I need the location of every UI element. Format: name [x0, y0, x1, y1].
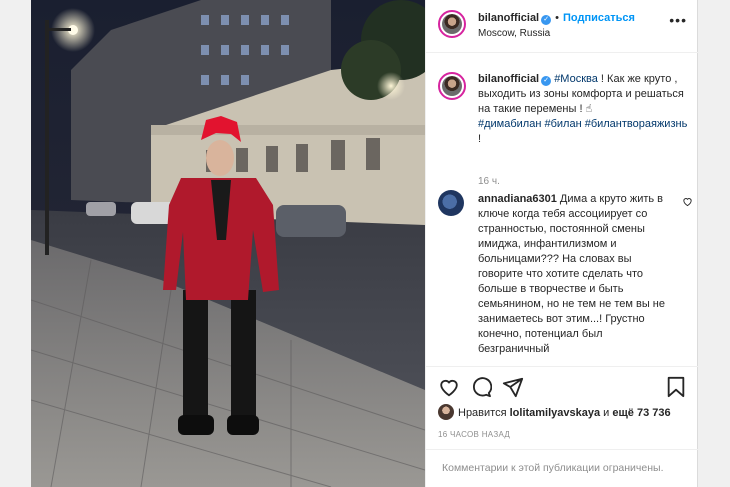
post-timestamp[interactable]: 16 ЧАСОВ НАЗАД: [438, 430, 510, 439]
likes-prefix: Нравится: [458, 407, 510, 419]
caption-username[interactable]: bilanofficial: [478, 73, 539, 85]
hashtag-link[interactable]: #Москва: [554, 73, 598, 85]
comment-username[interactable]: annadiana6301: [478, 193, 557, 205]
avatar[interactable]: [438, 10, 466, 38]
post-header: bilanofficial ✓ • Подписаться Moscow, Russi…: [426, 0, 699, 53]
caption-suffix: !: [478, 133, 482, 145]
comment-body: Дима а круто жить в ключе когда тебя асс…: [478, 193, 665, 355]
comments-section[interactable]: bilanofficial ✓ #Москва ! Как же круто , …: [426, 54, 699, 366]
photo-scene: [31, 0, 425, 487]
caption-text: bilanofficial ✓ #Москва ! Как же круто , …: [478, 72, 688, 147]
separator-dot: •: [555, 12, 559, 24]
comment-heart-icon[interactable]: [682, 196, 693, 207]
header-user-line: bilanofficial ✓ • Подписаться: [478, 12, 635, 25]
comment-icon[interactable]: [470, 376, 492, 398]
share-icon[interactable]: [502, 376, 524, 398]
header-username[interactable]: bilanofficial: [478, 12, 539, 24]
follow-button[interactable]: Подписаться: [563, 12, 635, 24]
location-link[interactable]: Moscow, Russia: [478, 28, 550, 39]
post-photo[interactable]: [31, 0, 425, 487]
post-panel: bilanofficial ✓ • Подписаться Moscow, Russi…: [425, 0, 699, 487]
hashtags-link[interactable]: #димабилан #билан #билантвораяжизнь: [478, 118, 687, 130]
likes-line: Нравится lolitamilyavskaya и ещё 73 736: [438, 404, 671, 420]
comments-limited-text: Комментарии к этой публикации ограничены…: [442, 462, 664, 474]
likes-middle: и: [600, 407, 613, 419]
caption-time[interactable]: 16 ч.: [478, 176, 500, 187]
verified-icon: ✓: [541, 15, 552, 25]
action-bar: [426, 366, 699, 406]
comment-avatar[interactable]: [438, 190, 464, 216]
heart-icon[interactable]: [438, 376, 460, 398]
more-horizontal-icon[interactable]: •••: [669, 12, 687, 28]
liker-avatar[interactable]: [438, 404, 454, 420]
bookmark-icon[interactable]: [665, 376, 687, 398]
liker-username[interactable]: lolitamilyavskaya: [510, 407, 601, 419]
likes-count-link[interactable]: ещё 73 736: [612, 407, 670, 419]
caption-avatar[interactable]: [438, 72, 466, 100]
comment-text: annadiana6301 Дима а круто жить в ключе …: [478, 192, 676, 357]
verified-icon: ✓: [541, 76, 552, 86]
comments-limited-notice: Комментарии к этой публикации ограничены…: [426, 449, 699, 487]
